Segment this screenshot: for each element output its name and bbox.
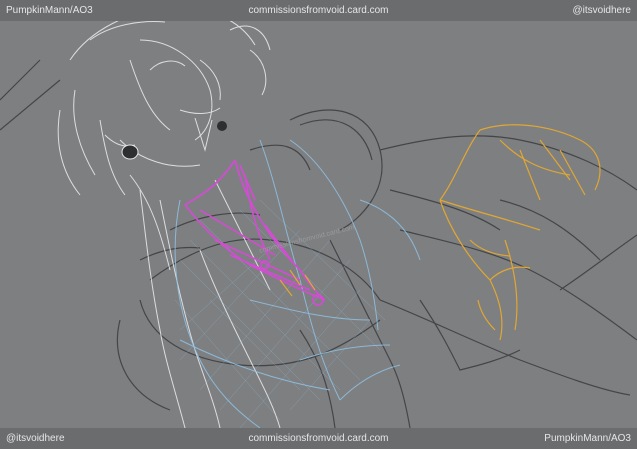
top-watermark-bar: PumpkinMann/AO3 commissionsfromvoid.card… [0, 0, 637, 21]
top-center-credit: commissionsfromvoid.card.com [248, 5, 389, 16]
bottom-right-credit: PumpkinMann/AO3 [544, 433, 631, 444]
top-right-credit: @itsvoidhere [572, 5, 631, 16]
bottom-left-credit: @itsvoidhere [6, 433, 65, 444]
sketch-artwork [0, 7, 637, 429]
bottom-center-credit: commissionsfromvoid.card.com [248, 433, 389, 444]
bottom-watermark-bar: @itsvoidhere commissionsfromvoid.card.co… [0, 428, 637, 449]
top-left-credit: PumpkinMann/AO3 [6, 5, 93, 16]
artwork-canvas: commissionsfromvoid.card.com PumpkinMann… [0, 0, 637, 449]
